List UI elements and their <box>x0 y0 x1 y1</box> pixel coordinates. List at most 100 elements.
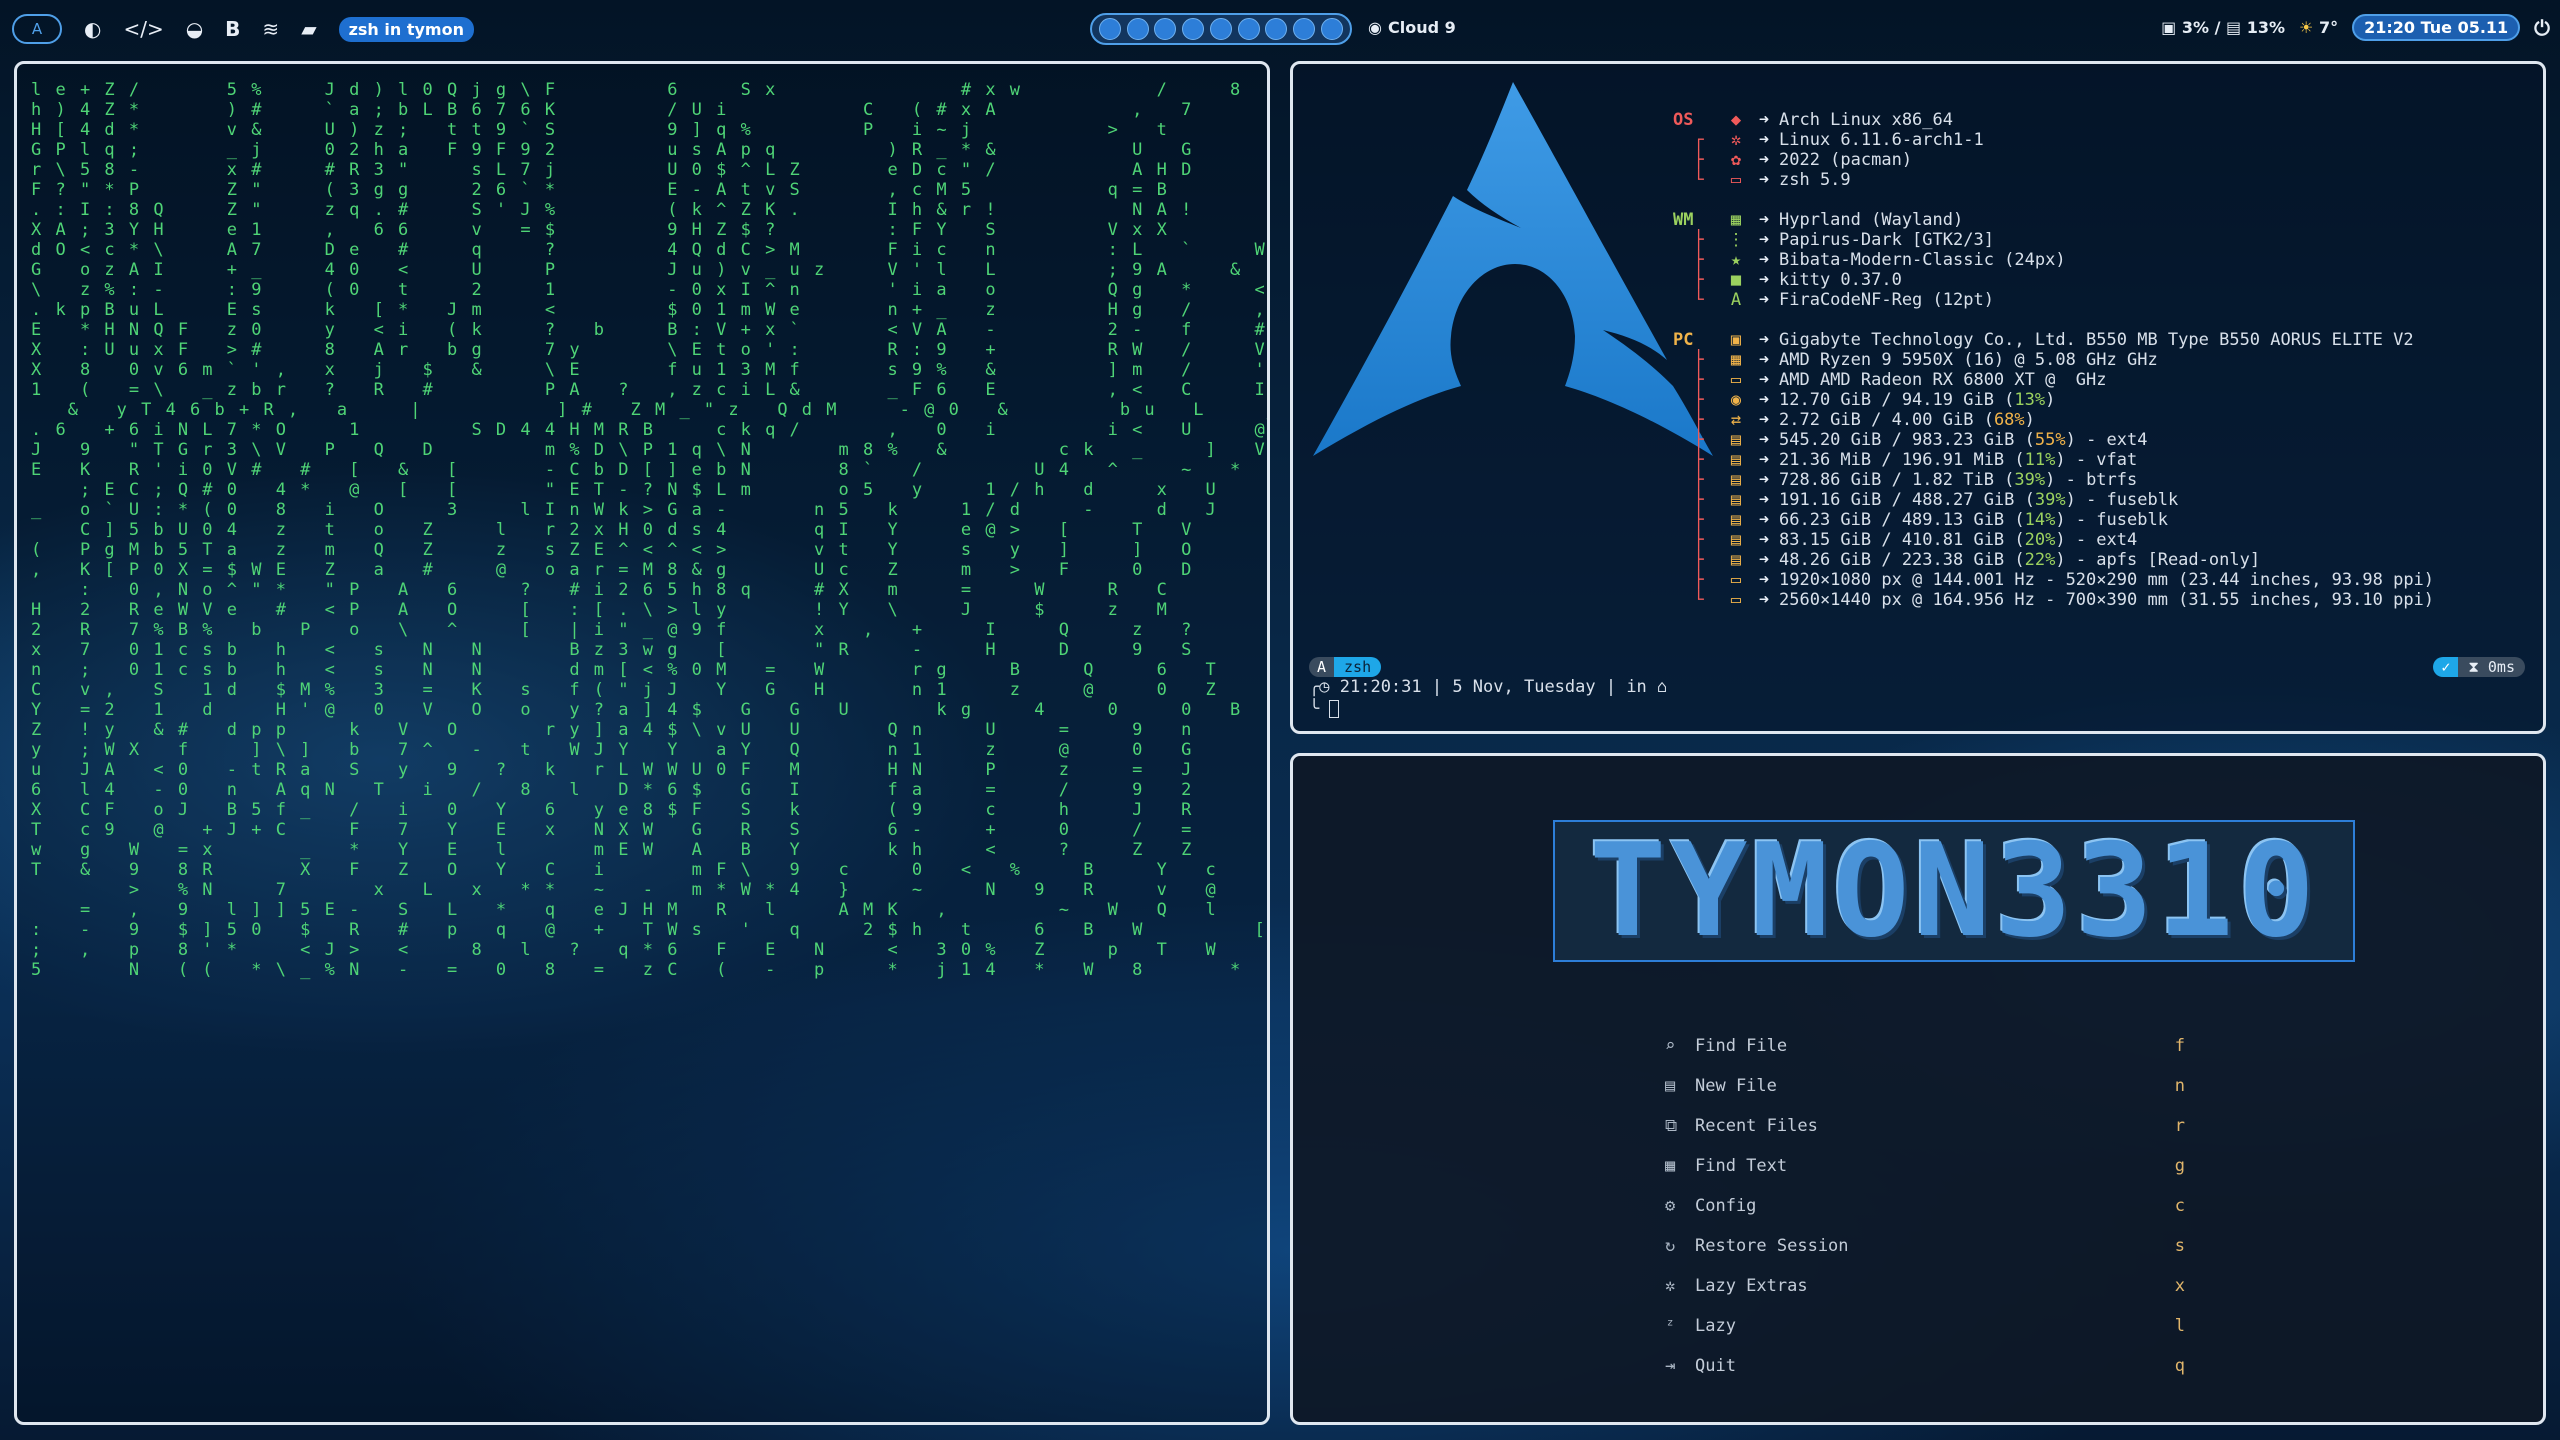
usage-percent: 11% <box>2024 450 2056 470</box>
arrow-icon: ➜ <box>1758 210 1770 230</box>
usage-percent: 20% <box>2024 530 2056 550</box>
bold-b-icon[interactable]: B <box>225 19 240 39</box>
puzzle-icon: ✲ <box>1665 1276 1676 1296</box>
file-icon: ▤ <box>1665 1076 1676 1096</box>
cpu-ram-separator: / <box>2214 18 2221 37</box>
command-duration: 0ms <box>2487 658 2515 676</box>
pc-row: ├ ▤ ➜ 66.23 GiB / 489.13 GiB (14%) - fusebl… <box>1673 510 2434 530</box>
search-icon: ⌕ <box>1665 1036 1676 1056</box>
dashboard-item-recent-files[interactable]: ⧉ Recent Files r <box>1665 1106 2185 1146</box>
sun-icon: ☀ <box>2299 18 2314 37</box>
spotify-icon[interactable]: ≋ <box>262 19 279 39</box>
dashboard-item-label: Restore Session <box>1695 1236 1849 1256</box>
usage-percent: 13% <box>2014 390 2046 410</box>
cpu-widget[interactable]: ▣ 3% / ▤ 13% <box>2161 18 2285 37</box>
folder-icon[interactable]: ▰ <box>301 19 316 39</box>
workspace-3[interactable] <box>1154 18 1177 40</box>
duration-segment: ⧗ 0ms <box>2458 657 2525 677</box>
os-label: OS <box>1673 110 1694 130</box>
pc-row: ├ ▤ ➜ 545.20 GiB / 983.23 GiB (55%) - ext4 <box>1673 430 2434 450</box>
arrow-icon: ➜ <box>1758 550 1770 570</box>
dashboard-item-new-file[interactable]: ▤ New File n <box>1665 1066 2185 1106</box>
code-icon[interactable]: </> <box>123 19 163 39</box>
power-icon[interactable]: ⏻ <box>2534 16 2550 40</box>
launcher-button[interactable]: A <box>12 14 62 44</box>
fetch-terminal[interactable]: OS ◆ ➜ Arch Linux x86_64 ┌ ✲ ➜ Linux 6.11.6-ar… <box>1290 61 2546 734</box>
dashboard-item-restore-session[interactable]: ↻ Restore Session s <box>1665 1226 2185 1266</box>
tree-branch: ├ <box>1673 490 1704 510</box>
workspace-7[interactable] <box>1265 18 1288 40</box>
workspace-6[interactable] <box>1237 18 1260 40</box>
disk-icon: ▤ <box>1730 430 1742 450</box>
dashboard-item-find-file[interactable]: ⌕ Find File f <box>1665 1026 2185 1066</box>
arrow-icon: ➜ <box>1758 570 1770 590</box>
dashboard-item-quit[interactable]: ⇥ Quit q <box>1665 1346 2185 1386</box>
clock[interactable]: 21:20 Tue 05.11 <box>2352 14 2521 41</box>
wm-label: WM <box>1673 210 1694 230</box>
weather-widget[interactable]: ☀ 7° <box>2299 18 2338 37</box>
dashboard-item-key: c <box>2174 1196 2185 1216</box>
dashboard-item-lazy-extras[interactable]: ✲ Lazy Extras x <box>1665 1266 2185 1306</box>
pc-row: ├ ▭ ➜ 1920×1080 px @ 144.001 Hz - 520×290 m… <box>1673 570 2434 590</box>
cpu-icon: ▦ <box>1730 350 1742 370</box>
matrix-terminal[interactable]: l e + Z / 5 % J d ) l 0 Q j g \ F 6 S x … <box>14 61 1270 1425</box>
tree-branch: ├ <box>1673 470 1704 490</box>
terminal-icon: ▭ <box>1730 170 1742 190</box>
nvim-terminal[interactable]: TYMON3310 ⌕ Find File f ▤ New File n ⧉ Recent F… <box>1290 753 2546 1425</box>
media-widget[interactable]: ◉ Cloud 9 <box>1368 18 1456 37</box>
clock-icon: ◷ <box>1319 677 1330 697</box>
pc-value: 48.26 GiB / 223.38 GiB (22%) - apfs [Rea… <box>1779 550 2261 570</box>
linux-icon: ◆ <box>1730 110 1742 130</box>
discord-icon[interactable]: ◒ <box>186 19 203 39</box>
dashboard-item-label: Lazy Extras <box>1695 1276 1808 1296</box>
firefox-icon[interactable]: ◐ <box>84 19 101 39</box>
pc-value: Gigabyte Technology Co., Ltd. B550 MB Ty… <box>1779 330 2414 350</box>
disk-icon: ▤ <box>1730 550 1742 570</box>
arrow-icon: ➜ <box>1758 530 1770 550</box>
arrow-icon: ➜ <box>1758 430 1770 450</box>
theme-icon: ⋮ <box>1727 230 1745 250</box>
pc-row: ├ ▤ ➜ 83.15 GiB / 410.81 GiB (20%) - ext4 <box>1673 530 2434 550</box>
dashboard-item-find-text[interactable]: ▦ Find Text g <box>1665 1146 2185 1186</box>
workspace-4[interactable] <box>1182 18 1205 40</box>
sleep-icon: ᶻ <box>1665 1316 1676 1336</box>
workspace-2[interactable] <box>1126 18 1149 40</box>
tree-branch: ├ <box>1673 390 1704 410</box>
tree-branch: ├ <box>1673 450 1704 470</box>
cursor-icon: ★ <box>1730 250 1742 270</box>
swap-icon: ⇄ <box>1730 410 1742 430</box>
pc-row: ├ ▤ ➜ 191.16 GiB / 488.27 GiB (39%) - fuseb… <box>1673 490 2434 510</box>
prompt-line[interactable]: ╭◷ 21:20:31 | 5 Nov, Tuesday | in ⌂ ╰ <box>1309 676 1667 720</box>
font-icon: A <box>1730 290 1742 310</box>
arrow-icon: ➜ <box>1758 130 1770 150</box>
exit-icon: ⇥ <box>1665 1356 1676 1376</box>
ram-icon: ▤ <box>2226 18 2242 37</box>
cloud-icon: ◉ <box>1368 18 1382 37</box>
arrow-icon: ➜ <box>1758 510 1770 530</box>
arrow-icon: ➜ <box>1758 110 1770 130</box>
system-info: OS ◆ ➜ Arch Linux x86_64 ┌ ✲ ➜ Linux 6.11.6-ar… <box>1673 110 2435 610</box>
dashboard-item-config[interactable]: ⚙ Config c <box>1665 1186 2185 1226</box>
workspace-8[interactable] <box>1293 18 1316 40</box>
pc-value: AMD Ryzen 9 5950X (16) @ 5.08 GHz GHz <box>1779 350 2158 370</box>
pc-value: 1920×1080 px @ 144.001 Hz - 520×290 mm (… <box>1779 570 2435 590</box>
workspace-5[interactable] <box>1209 18 1232 40</box>
arrow-icon: ➜ <box>1758 370 1770 390</box>
workspace-switcher <box>1090 13 1352 45</box>
pc-value: 545.20 GiB / 983.23 GiB (55%) - ext4 <box>1779 430 2148 450</box>
pc-row: ├ ⇄ ➜ 2.72 GiB / 4.00 GiB (68%) <box>1673 410 2434 430</box>
dashboard-item-label: Config <box>1695 1196 1757 1216</box>
workspace-9[interactable] <box>1321 18 1343 40</box>
tree-branch: └ <box>1673 590 1704 610</box>
disk-icon: ▤ <box>1730 530 1742 550</box>
usage-percent: 39% <box>2034 490 2066 510</box>
text-icon: ▦ <box>1665 1156 1676 1176</box>
pc-row: └ ▭ ➜ 2560×1440 px @ 164.956 Hz - 700×390 m… <box>1673 590 2434 610</box>
dashboard-item-key: g <box>2174 1156 2185 1176</box>
workspace-1[interactable] <box>1098 18 1121 40</box>
arrow-icon: ➜ <box>1758 350 1770 370</box>
tree-branch: ├ <box>1673 510 1704 530</box>
tree-branch: ├ <box>1673 410 1704 430</box>
dashboard-item-lazy[interactable]: ᶻ Lazy l <box>1665 1306 2185 1346</box>
os-name: Arch Linux x86_64 <box>1779 110 1953 130</box>
